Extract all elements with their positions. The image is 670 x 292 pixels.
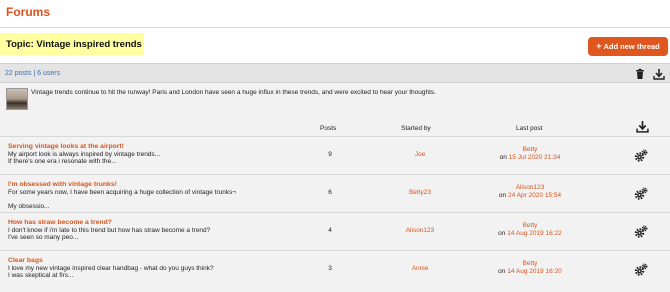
- thread-post-count: 6: [328, 189, 332, 196]
- last-post-date-link[interactable]: 24 Apr 2020 15:54: [508, 192, 561, 199]
- last-post-on-label: on: [498, 230, 506, 237]
- topic-banner: Topic: Vintage inspired trends: [0, 33, 144, 55]
- page-title: Forums: [6, 5, 51, 19]
- thread-starter[interactable]: Joe: [380, 151, 460, 158]
- thread-post-count: 4: [328, 227, 332, 234]
- add-new-thread-button[interactable]: + Add new thread: [588, 37, 668, 56]
- thread-excerpt: If there's one era i resonate with the..…: [8, 158, 117, 165]
- thread-excerpt: I love my new vintage inspired clear han…: [8, 265, 214, 272]
- thread-starter[interactable]: Betty23: [380, 189, 460, 196]
- last-post-user[interactable]: Alison123: [480, 184, 580, 191]
- thread-row[interactable]: Serving vintage looks at the airport! My…: [0, 136, 670, 174]
- thread-title[interactable]: How has straw become a trend?: [8, 219, 112, 226]
- gear-icon[interactable]: [634, 187, 648, 201]
- last-post-user[interactable]: Betty: [480, 222, 580, 229]
- last-post-user[interactable]: Betty: [480, 146, 580, 153]
- thread-post-count: 3: [328, 265, 332, 272]
- download-icon[interactable]: [653, 68, 665, 80]
- last-post-date: on 15 Jul 2020 21:34: [480, 154, 580, 161]
- page-header: Forums: [0, 0, 670, 28]
- thread-post-count: 9: [328, 151, 332, 158]
- thread-excerpt: For some years now, I have been acquirin…: [8, 189, 237, 196]
- last-post-date: on 24 Apr 2020 15:54: [480, 192, 580, 199]
- column-header-last-post: Last post: [516, 125, 543, 132]
- post-user-counts[interactable]: 22 posts | 6 users: [5, 70, 60, 77]
- trash-icon[interactable]: [634, 68, 646, 80]
- download-icon[interactable]: [636, 120, 649, 133]
- last-post-date: on 14 Aug 2019 16:22: [480, 230, 580, 237]
- gear-icon[interactable]: [634, 225, 648, 239]
- topic-title: Topic: Vintage inspired trends: [6, 38, 142, 50]
- last-post-on-label: on: [499, 154, 507, 161]
- last-post-on-label: on: [498, 192, 507, 199]
- panel-toolbar: 22 posts | 6 users: [0, 64, 670, 83]
- thread-panel: 22 posts | 6 users Vintage trends contin…: [0, 63, 670, 292]
- topic-description-text: Vintage trends continue to hit the runwa…: [31, 89, 436, 96]
- gear-icon[interactable]: [634, 263, 648, 277]
- thread-row[interactable]: Clear bags I love my new vintage inspire…: [0, 250, 670, 288]
- thread-excerpt: I don't know if i'm late to this trend b…: [8, 227, 211, 234]
- thread-row[interactable]: How has straw become a trend? I don't kn…: [0, 212, 670, 250]
- thread-title[interactable]: Clear bags: [8, 257, 43, 264]
- thread-title[interactable]: Serving vintage looks at the airport!: [8, 143, 124, 150]
- last-post-date: on 14 Aug 2019 16:20: [480, 268, 580, 275]
- thread-excerpt: I've seen so many peo...: [8, 234, 79, 241]
- thread-title[interactable]: I'm obsessed with vintage trunks!: [8, 181, 117, 188]
- plus-icon: +: [596, 41, 602, 51]
- column-header-started-by: Started by: [401, 125, 431, 132]
- topic-thumbnail: [6, 88, 28, 110]
- topic-description: Vintage trends continue to hit the runwa…: [6, 88, 656, 133]
- last-post-date-link[interactable]: 14 Aug 2019 16:22: [507, 230, 562, 237]
- thread-excerpt: My airport look is always inspired by vi…: [8, 151, 161, 158]
- last-post-user[interactable]: Betty: [480, 260, 580, 267]
- thread-excerpt: I was skeptical at firs...: [8, 272, 74, 279]
- thread-starter[interactable]: Annie: [380, 265, 460, 272]
- thread-excerpt: My obsessio...: [8, 203, 50, 210]
- thread-starter[interactable]: Alison123: [380, 227, 460, 234]
- last-post-date-link[interactable]: 14 Aug 2019 16:20: [507, 268, 562, 275]
- add-new-thread-label: Add new thread: [603, 42, 660, 51]
- column-header-posts: Posts: [320, 125, 337, 132]
- gear-icon[interactable]: [634, 149, 648, 163]
- last-post-date-link[interactable]: 15 Jul 2020 21:34: [509, 154, 561, 161]
- last-post-on-label: on: [498, 268, 506, 275]
- thread-row[interactable]: I'm obsessed with vintage trunks! For so…: [0, 174, 670, 212]
